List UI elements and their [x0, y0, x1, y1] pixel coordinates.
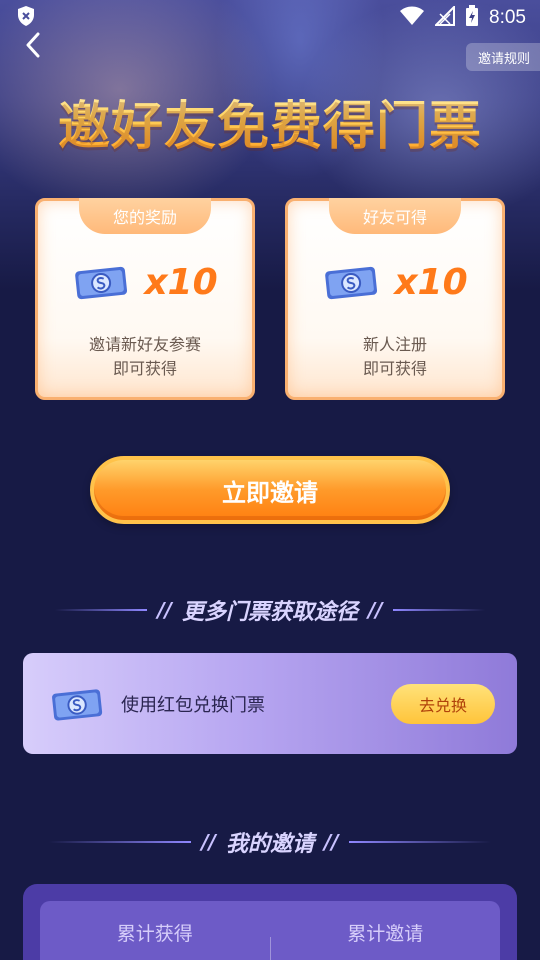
invite-now-button[interactable]: 立即邀请	[90, 456, 450, 524]
ticket-icon	[75, 266, 128, 300]
back-icon	[26, 32, 40, 58]
divider	[49, 841, 192, 843]
invite-rules-button[interactable]: 邀请规则	[465, 43, 540, 71]
your-reward-card: 您的奖励 x10 邀请新好友参赛 即可获得	[35, 198, 255, 400]
divider	[392, 609, 485, 611]
heading-slashes: //	[324, 830, 339, 854]
section-title: 更多门票获取途径	[181, 600, 358, 625]
stat-total-earned: 累计获得	[116, 923, 193, 945]
battery-icon	[465, 5, 479, 31]
card-desc-line2: 即可获得	[112, 359, 177, 378]
wifi-icon	[399, 6, 425, 30]
divider	[55, 609, 148, 611]
stat-total-invited: 累计邀请	[347, 923, 424, 945]
exchange-text: 使用红包兑换门票	[121, 694, 265, 716]
page-title: 邀好友免费得门票	[0, 84, 540, 159]
card-desc-line1: 新人注册	[362, 335, 427, 354]
card-desc-line2: 即可获得	[362, 359, 427, 378]
more-tickets-heading: // 更多门票获取途径 //	[0, 590, 540, 630]
back-button[interactable]	[18, 30, 48, 60]
section-title: 我的邀请	[225, 832, 314, 857]
heading-slashes: //	[157, 598, 172, 622]
reward-count: x10	[144, 261, 218, 303]
friend-reward-card: 好友可得 x10 新人注册 即可获得	[285, 198, 505, 400]
heading-slashes: //	[368, 598, 383, 622]
status-bar: 8:05	[0, 0, 540, 36]
card-tab-label: 您的奖励	[79, 198, 211, 234]
exchange-card: 使用红包兑换门票 去兑换	[23, 653, 517, 754]
ticket-icon	[325, 266, 378, 300]
go-exchange-button[interactable]: 去兑换	[391, 683, 495, 724]
divider	[348, 841, 491, 843]
ticket-icon	[52, 688, 103, 721]
shield-icon	[16, 5, 36, 31]
reward-count: x10	[394, 261, 468, 303]
card-desc-line1: 邀请新好友参赛	[88, 335, 201, 354]
status-time: 8:05	[489, 7, 526, 28]
signal-icon	[433, 4, 456, 30]
heading-slashes: //	[201, 830, 216, 854]
invite-stats-panel: 累计获得 累计邀请	[23, 884, 517, 960]
my-invites-heading: // 我的邀请 //	[0, 822, 540, 862]
card-tab-label: 好友可得	[329, 198, 461, 234]
